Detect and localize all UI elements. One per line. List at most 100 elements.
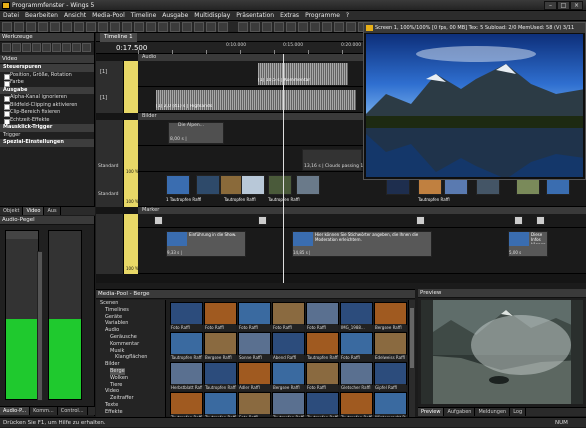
media-tile[interactable]: Tautropfen Raffl (272, 392, 305, 421)
media-tile[interactable]: Tautropfen Raffl (204, 392, 237, 421)
toolbar-icon-19[interactable] (238, 22, 248, 32)
toolbar-icon-20[interactable] (250, 22, 260, 32)
toolbar-icon-3[interactable] (38, 22, 48, 32)
media-tile[interactable]: Tautropfen Raffl (170, 332, 203, 361)
track-header-6[interactable] (96, 228, 124, 274)
toolbar-icon-26[interactable] (322, 22, 332, 32)
toolbar-icon-0[interactable] (2, 22, 12, 32)
toolbar-icon-22[interactable] (274, 22, 284, 32)
toolbar-icon-16[interactable] (194, 22, 204, 32)
toolbar-icon-25[interactable] (310, 22, 320, 32)
toolbar-icon-10[interactable] (122, 22, 132, 32)
toolbar-icon-24[interactable] (298, 22, 308, 32)
toolbar-icon-4[interactable] (50, 22, 60, 32)
preview-tab-3[interactable]: Log (510, 408, 527, 416)
media-scrollbar[interactable] (408, 300, 415, 417)
menu-item-0[interactable]: Datei (0, 11, 22, 20)
video-item-10[interactable]: Spezial-Einstellungen (0, 139, 94, 147)
media-tile[interactable]: Adler Raffl (238, 362, 271, 391)
video-item-4[interactable]: Alpha-Kanal ignorieren (0, 94, 94, 102)
bottom-tab-2[interactable]: Control... (58, 407, 88, 415)
media-tile[interactable]: Foto Raffl (306, 362, 339, 391)
toolbar-icon-23[interactable] (286, 22, 296, 32)
media-tile[interactable]: Tautropfen Raffl (170, 392, 203, 421)
menu-item-6[interactable]: Multidisplay (191, 11, 233, 20)
media-tile[interactable]: Foto Raffl (204, 302, 237, 331)
video-item-2[interactable]: Farbe (0, 79, 94, 87)
timeline-thumbnail[interactable] (241, 175, 265, 195)
menu-item-8[interactable]: Extras (277, 11, 302, 20)
timeline-thumbnail[interactable] (296, 175, 320, 195)
toolbar-icon-27[interactable] (334, 22, 344, 32)
video-item-6[interactable]: Clip-Bereich fixieren (0, 109, 94, 117)
media-tile[interactable]: Gletscher Raffl (340, 362, 373, 391)
media-tile[interactable]: Tautropfen Raffl (306, 392, 339, 421)
bottom-tab-0[interactable]: Audio-P... (0, 407, 31, 415)
timeline-thumbnail[interactable] (268, 175, 292, 195)
media-tile[interactable]: Tautropfen Raffl (204, 362, 237, 391)
menu-item-9[interactable]: Programme (302, 11, 343, 20)
media-tile[interactable]: Foto Raffl (238, 392, 271, 421)
media-tile[interactable]: Foto Raffl (170, 302, 203, 331)
tool-icon-6[interactable] (62, 43, 71, 52)
close-button[interactable]: × (570, 1, 583, 10)
media-tile[interactable]: Foto Raffl (238, 302, 271, 331)
preview-tab-1[interactable]: Aufgaben (444, 408, 476, 416)
marker-icon-3[interactable] (514, 216, 523, 225)
media-tile[interactable]: Winterpracht Raffl (374, 392, 407, 421)
menu-item-7[interactable]: Präsentation (233, 11, 277, 20)
toolbar-icon-14[interactable] (170, 22, 180, 32)
media-tile[interactable]: Herbstblatt Raffl (170, 362, 203, 391)
media-tile[interactable]: IMG_1988... (340, 302, 373, 331)
screen-window[interactable]: Screen 1, 100%/100% [0 fps, 00 MB] Tex: … (363, 22, 586, 180)
tool-icon-2[interactable] (22, 43, 31, 52)
left-tab-2[interactable]: Aus (44, 207, 61, 215)
toolbar-icon-11[interactable] (134, 22, 144, 32)
tool-icon-7[interactable] (72, 43, 81, 52)
tab-timeline-1[interactable]: Timeline 1 (100, 33, 137, 42)
track-header-4[interactable] (96, 172, 124, 207)
toolbar-icon-17[interactable] (206, 22, 216, 32)
timeline-thumbnail[interactable] (166, 175, 190, 195)
tool-icon-4[interactable] (42, 43, 51, 52)
video-item-5[interactable]: Bildfeld-Clipping aktivieren (0, 102, 94, 109)
tool-icon-3[interactable] (32, 43, 41, 52)
media-tile[interactable]: Foto Raffl (306, 302, 339, 331)
video-item-1[interactable]: Position, Größe, Rotation (0, 72, 94, 79)
toolbar-icon-12[interactable] (146, 22, 156, 32)
toolbar-icon-13[interactable] (158, 22, 168, 32)
tree-item-16[interactable]: Effekte (105, 409, 123, 416)
preview-tab-0[interactable]: Preview (418, 408, 445, 416)
media-tile[interactable]: Tautropfen Raffl (306, 332, 339, 361)
toolbar-icon-1[interactable] (14, 22, 24, 32)
video-item-7[interactable]: Echtzeit-Effekte (0, 117, 94, 124)
media-tile[interactable]: Bergsee Raffl (272, 362, 305, 391)
media-tile[interactable]: Tautropfen Raffl (340, 392, 373, 421)
media-tile[interactable]: Abend Raffl (272, 332, 305, 361)
marker-icon-2[interactable] (416, 216, 425, 225)
menu-item-3[interactable]: Media-Pool (89, 11, 128, 20)
menu-item-2[interactable]: Ansicht (61, 11, 89, 20)
toolbar-icon-28[interactable] (346, 22, 356, 32)
maximize-button[interactable]: □ (557, 1, 570, 10)
tool-icon-1[interactable] (12, 43, 21, 52)
media-tile[interactable]: Gipfel Raffl (374, 362, 407, 391)
media-tile[interactable]: Foto Raffl (272, 302, 305, 331)
toolbar-icon-5[interactable] (62, 22, 72, 32)
menu-item-1[interactable]: Bearbeiten (22, 11, 61, 20)
marker-icon-4[interactable] (536, 216, 545, 225)
video-item-0[interactable]: Steuerspuren (0, 64, 94, 72)
bottom-tab-1[interactable]: Komm... (30, 407, 58, 415)
media-tile[interactable]: Bergsee Raffl (374, 302, 407, 331)
video-item-3[interactable]: Ausgabe (0, 86, 94, 94)
preview-tab-2[interactable]: Meldungen (475, 408, 511, 416)
media-tile[interactable]: Foto Raffl (340, 332, 373, 361)
marker-icon-1[interactable] (258, 216, 267, 225)
volume-slider[interactable] (37, 251, 43, 401)
toolbar-icon-2[interactable] (26, 22, 36, 32)
menu-item-5[interactable]: Ausgabe (159, 11, 191, 20)
toolbar-icon-18[interactable] (218, 22, 228, 32)
tool-icon-8[interactable] (82, 43, 91, 52)
minimize-button[interactable]: – (544, 1, 557, 10)
toolbar-icon-8[interactable] (98, 22, 108, 32)
